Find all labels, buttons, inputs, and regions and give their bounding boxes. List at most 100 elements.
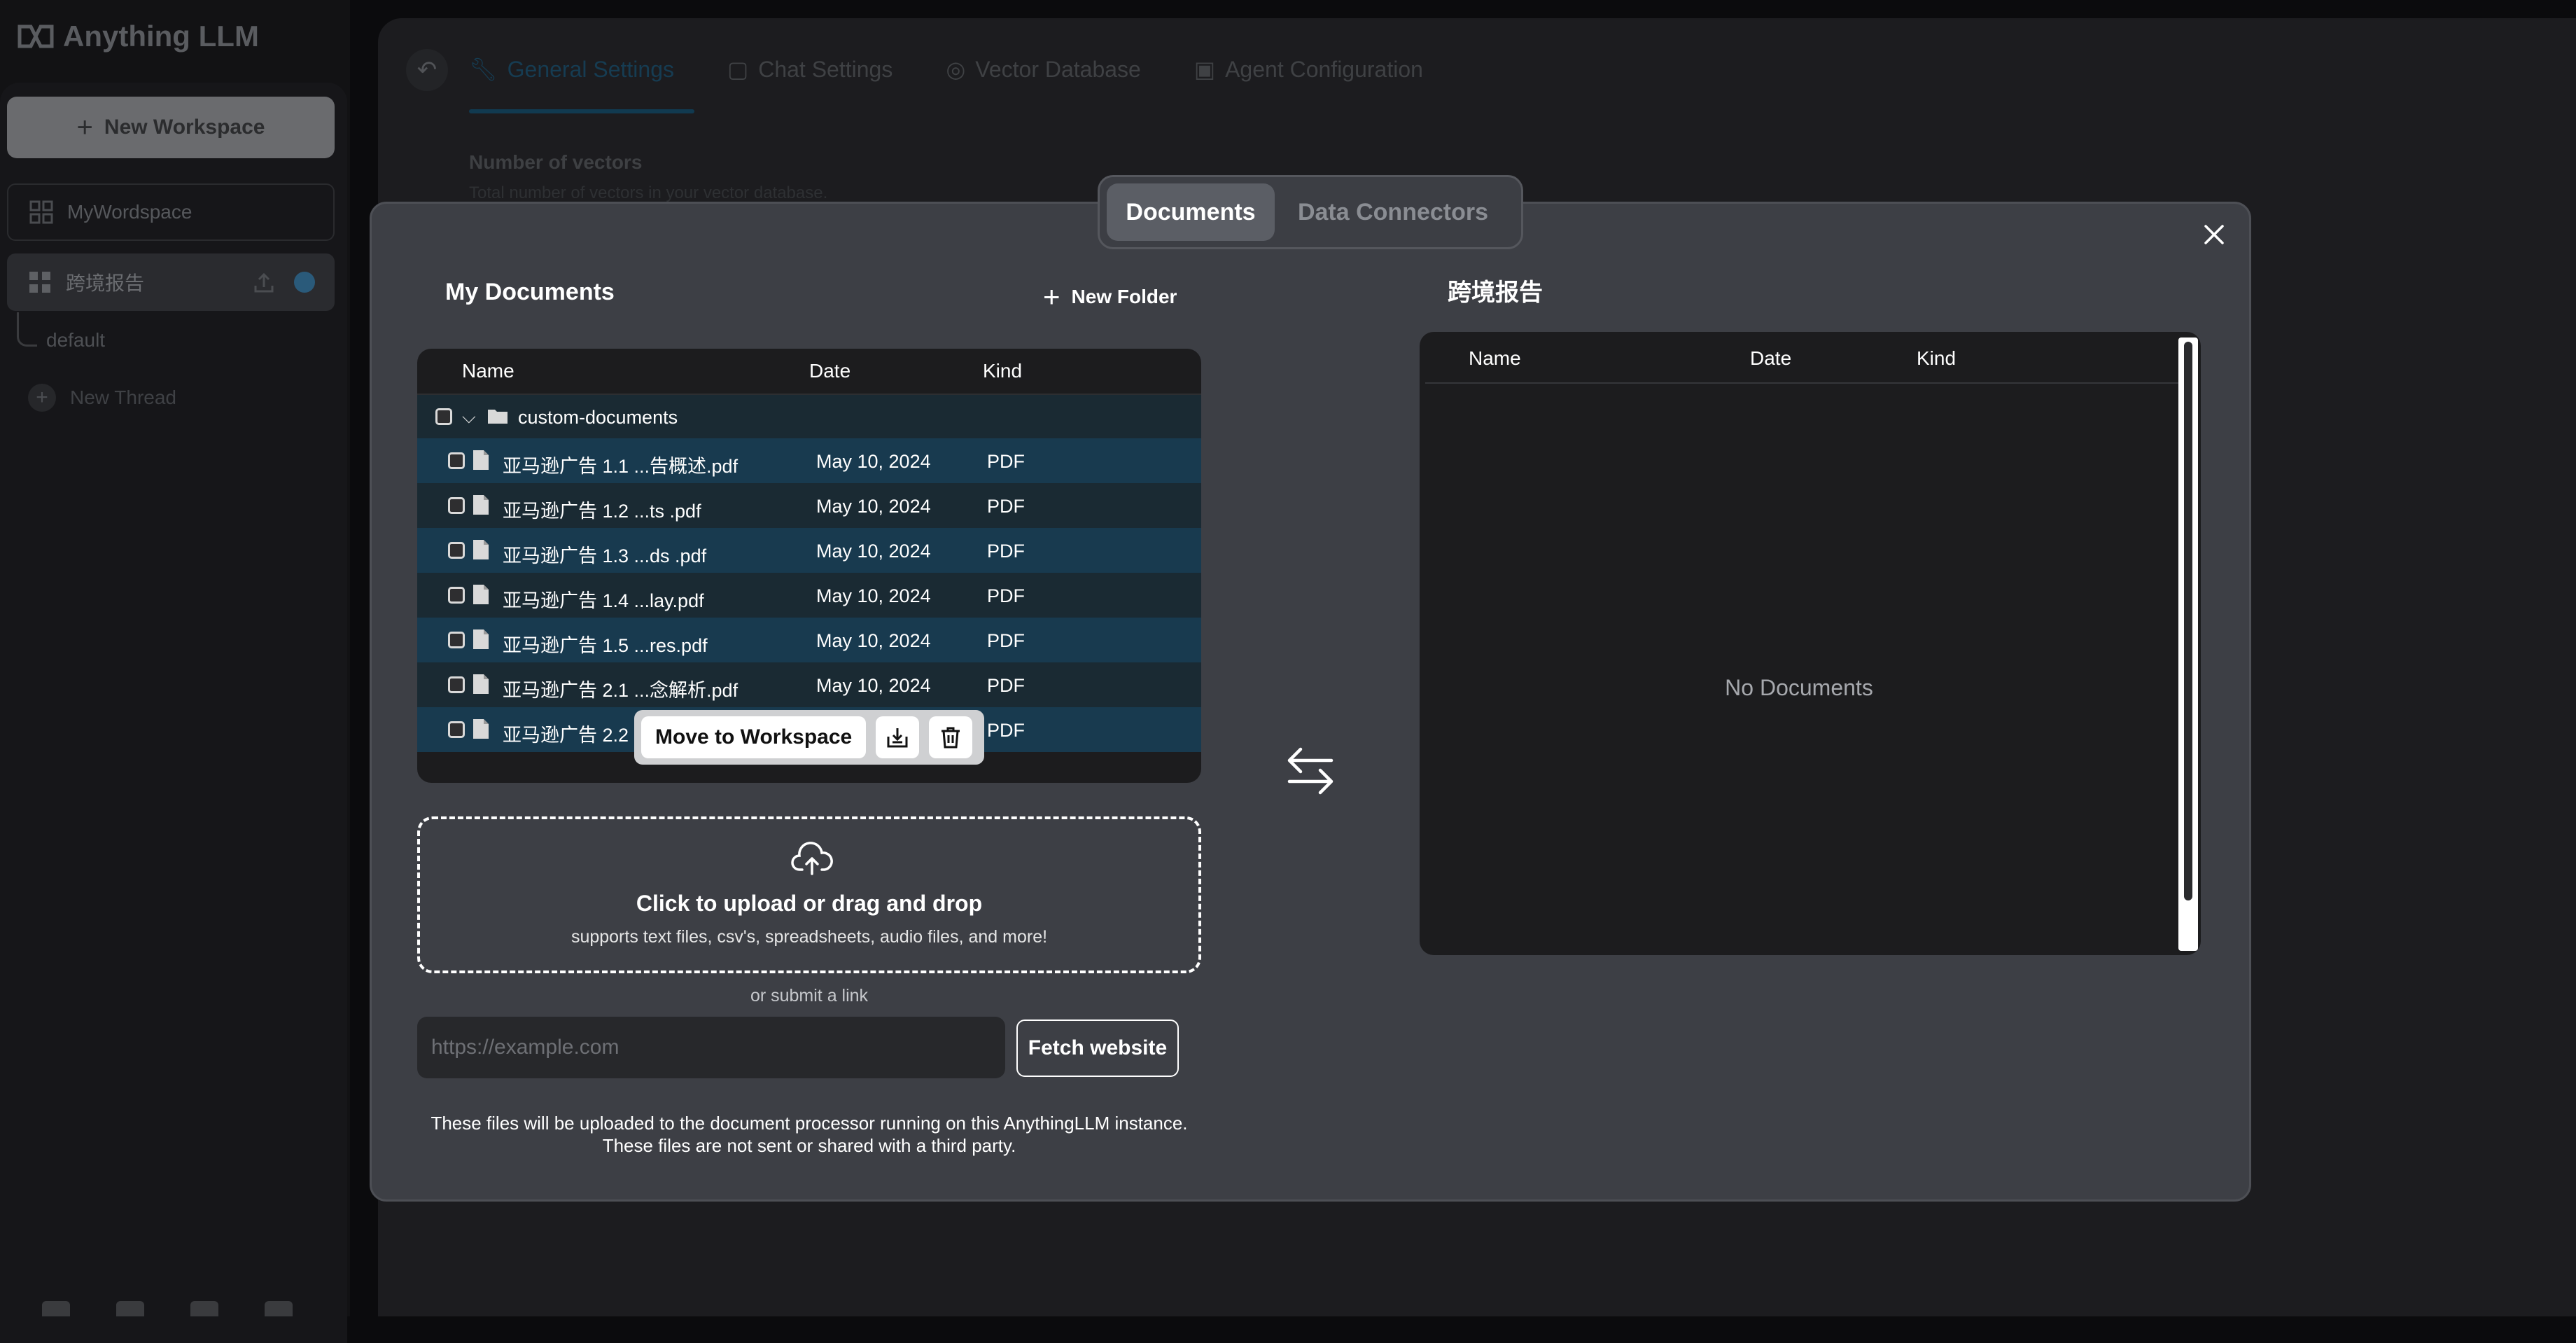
table-row[interactable]: 亚马逊广告 1.5 ...res.pdf May 10, 2024 PDF <box>417 618 1201 662</box>
file-checkbox[interactable] <box>448 587 465 604</box>
fetch-website-button[interactable]: Fetch website <box>1016 1020 1179 1077</box>
anything-llm-logo-icon <box>18 25 54 48</box>
file-checkbox[interactable] <box>448 632 465 648</box>
upload-footnote: These files will be uploaded to the docu… <box>417 1112 1201 1157</box>
modal-tab-switcher: Documents Data Connectors <box>1098 175 1523 249</box>
brand-name: Anything LLM <box>63 20 259 53</box>
sidebar-workspace-cross-border-report[interactable]: 跨境报告 <box>7 253 335 311</box>
cloud-upload-icon <box>791 842 833 875</box>
new-workspace-button[interactable]: + New Workspace <box>7 97 335 158</box>
footnote-line: These files will be uploaded to the docu… <box>430 1113 1188 1134</box>
move-to-folder-button[interactable] <box>876 716 920 758</box>
column-date[interactable]: Date <box>809 360 850 382</box>
tab-label: Chat Settings <box>758 56 893 82</box>
file-date: May 10, 2024 <box>816 585 931 606</box>
scrollbar[interactable] <box>2178 338 2198 951</box>
close-icon[interactable] <box>2202 223 2226 246</box>
move-to-workspace-button[interactable]: Move to Workspace <box>641 716 867 758</box>
new-folder-button[interactable]: + New Folder <box>1043 280 1177 314</box>
file-icon <box>473 585 489 604</box>
file-name: 亚马逊广告 1.1 ...告概述.pdf <box>503 456 738 477</box>
file-kind: PDF <box>987 720 1025 741</box>
back-arrow-icon: ↶ <box>416 57 438 83</box>
upload-dropzone[interactable]: Click to upload or drag and drop support… <box>417 816 1201 973</box>
plus-icon: + <box>1043 280 1060 313</box>
file-icon <box>473 495 489 515</box>
column-date[interactable]: Date <box>1750 347 1791 370</box>
footer-icon[interactable] <box>190 1301 218 1316</box>
new-folder-label: New Folder <box>1071 286 1177 307</box>
tab-data-connectors[interactable]: Data Connectors <box>1284 183 1502 241</box>
file-date: May 10, 2024 <box>816 451 931 472</box>
file-name: 亚马逊广告 2.1 ...念解析.pdf <box>503 680 738 701</box>
new-workspace-label: New Workspace <box>104 116 265 139</box>
footer-icon[interactable] <box>42 1301 70 1316</box>
thread-default[interactable]: default <box>46 329 105 352</box>
file-checkbox[interactable] <box>448 676 465 693</box>
tab-vector-database[interactable]: ◎ Vector Database <box>946 56 1141 83</box>
file-name: 亚马逊广告 1.2 ...ts .pdf <box>503 501 701 522</box>
file-checkbox[interactable] <box>448 542 465 559</box>
scrollbar-thumb[interactable] <box>2184 342 2192 900</box>
folder-icon <box>488 410 507 424</box>
column-name[interactable]: Name <box>1469 347 1521 370</box>
new-thread-button[interactable]: + New Thread <box>28 384 176 412</box>
website-url-input[interactable] <box>417 1017 1005 1078</box>
my-documents-title: My Documents <box>445 279 615 305</box>
upload-title: Click to upload or drag and drop <box>636 891 983 916</box>
table-row[interactable]: 亚马逊广告 1.3 ...ds .pdf May 10, 2024 PDF <box>417 528 1201 573</box>
tab-documents[interactable]: Documents <box>1107 183 1275 241</box>
plus-icon: + <box>28 384 56 412</box>
workspace-documents-table: Name Date Kind No Documents <box>1420 332 2201 955</box>
file-date: May 10, 2024 <box>816 541 931 562</box>
file-name: 亚马逊广告 1.3 ...ds .pdf <box>503 545 707 566</box>
chevron-down-icon[interactable]: ⌵ <box>462 406 476 429</box>
file-icon <box>473 540 489 559</box>
table-row[interactable]: 亚马逊广告 1.1 ...告概述.pdf May 10, 2024 PDF <box>417 438 1201 483</box>
footer-icon[interactable] <box>116 1301 144 1316</box>
file-icon <box>473 719 489 739</box>
folder-row[interactable]: ⌵ custom-documents <box>417 395 1201 438</box>
swap-arrows-icon <box>1287 747 1334 795</box>
file-kind: PDF <box>987 630 1025 651</box>
workspace-label: 跨境报告 <box>66 272 145 294</box>
file-checkbox[interactable] <box>448 721 465 738</box>
tab-chat-settings[interactable]: ▢ Chat Settings <box>727 56 892 83</box>
footer-icon[interactable] <box>265 1301 293 1316</box>
thread-connector <box>17 312 37 347</box>
active-tab-indicator <box>469 109 694 113</box>
tab-label: Agent Configuration <box>1225 56 1423 82</box>
file-kind: PDF <box>987 541 1025 562</box>
grid-icon <box>29 200 53 224</box>
file-checkbox[interactable] <box>448 497 465 514</box>
settings-gear-icon[interactable] <box>294 272 315 293</box>
tab-general-settings[interactable]: 🔧︎ General Settings <box>469 56 674 83</box>
table-row[interactable]: 亚马逊广告 1.2 ...ts .pdf May 10, 2024 PDF <box>417 483 1201 528</box>
or-submit-link: or submit a link <box>750 986 869 1005</box>
folder-name: custom-documents <box>518 407 678 428</box>
file-date: May 10, 2024 <box>816 496 931 517</box>
file-checkbox[interactable] <box>448 452 465 469</box>
table-row[interactable]: 亚马逊广告 2.1 ...念解析.pdf May 10, 2024 PDF <box>417 662 1201 707</box>
column-kind[interactable]: Kind <box>983 360 1022 382</box>
vectors-description: Total number of vectors in your vector d… <box>469 183 828 202</box>
column-name[interactable]: Name <box>462 360 514 382</box>
column-kind[interactable]: Kind <box>1917 347 1956 370</box>
workspace-label: MyWordspace <box>67 201 192 223</box>
selection-action-bar: Move to Workspace <box>634 710 984 765</box>
table-row[interactable]: 亚马逊广告 1.4 ...lay.pdf May 10, 2024 PDF <box>417 573 1201 618</box>
sidebar-workspace-myworkspace[interactable]: MyWordspace <box>7 183 335 241</box>
move-to-folder-icon <box>887 728 908 748</box>
back-button[interactable]: ↶ <box>406 49 448 91</box>
new-thread-label: New Thread <box>70 387 177 408</box>
folder-checkbox[interactable] <box>435 408 452 425</box>
file-date: May 10, 2024 <box>816 675 931 696</box>
tab-agent-configuration[interactable]: ▣ Agent Configuration <box>1194 56 1423 83</box>
file-icon <box>473 450 489 470</box>
upload-icon[interactable] <box>252 270 276 294</box>
file-list: 亚马逊广告 1.1 ...告概述.pdf May 10, 2024 PDF 亚马… <box>417 438 1201 752</box>
delete-button[interactable] <box>929 716 973 758</box>
table-header: Name Date Kind <box>1425 332 2195 384</box>
file-icon <box>473 629 489 649</box>
wrench-icon: 🔧︎ <box>469 57 498 82</box>
